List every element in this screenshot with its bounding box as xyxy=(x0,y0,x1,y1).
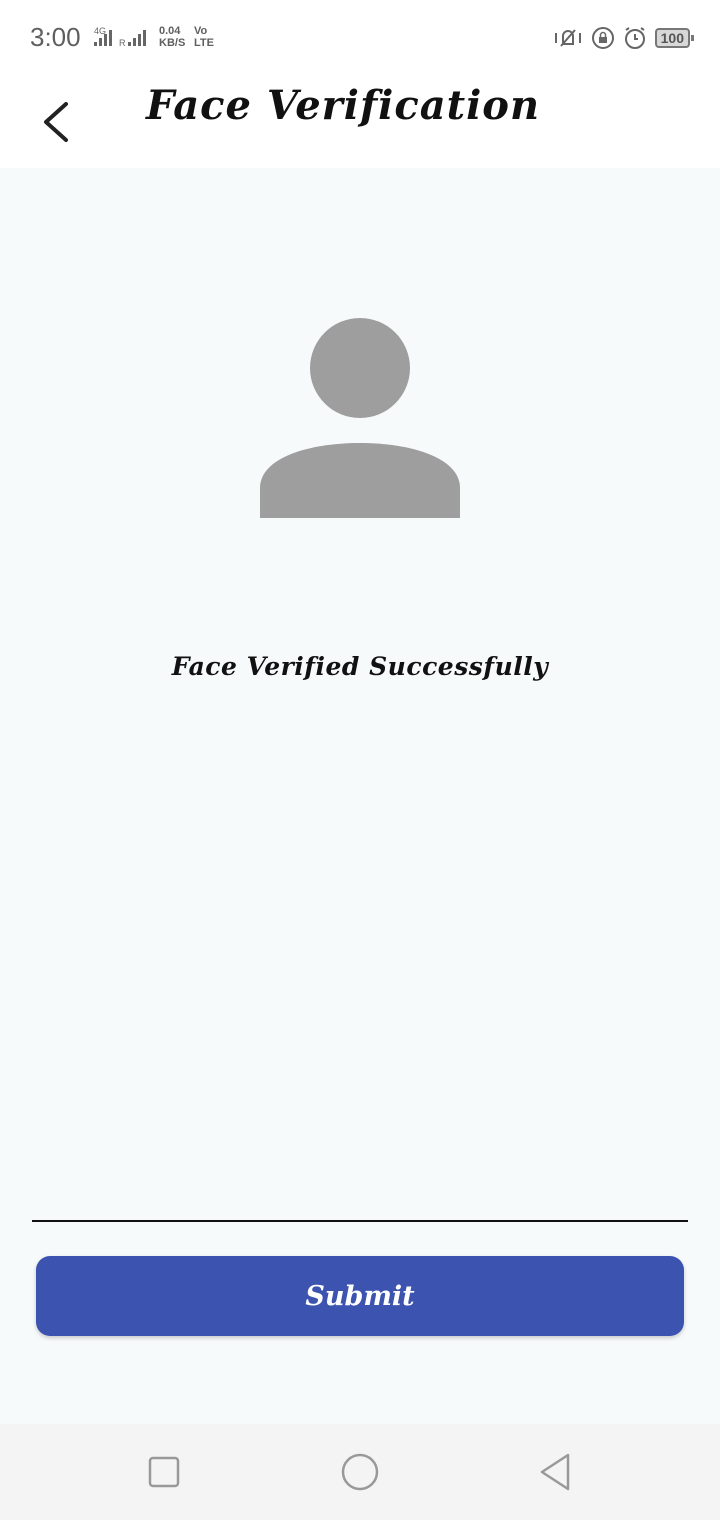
back-icon[interactable] xyxy=(536,1452,576,1492)
back-button[interactable] xyxy=(32,86,82,156)
app-bar: Face Verification xyxy=(0,76,720,168)
page-title: Face Verification xyxy=(146,82,541,129)
speed-value: 0.04 xyxy=(159,25,181,37)
submit-button[interactable]: Submit xyxy=(36,1256,684,1336)
divider xyxy=(32,1220,688,1222)
screen-lock-icon xyxy=(591,27,614,49)
volte-bottom: LTE xyxy=(194,37,214,49)
verification-status-text: Face Verified Successfully xyxy=(171,652,549,681)
system-nav-bar xyxy=(0,1424,720,1520)
battery-icon: 100 xyxy=(654,28,695,48)
home-icon[interactable] xyxy=(340,1452,380,1492)
person-placeholder-icon xyxy=(260,318,460,518)
back-arrow-icon xyxy=(44,102,68,142)
roaming-label: R xyxy=(119,38,126,48)
speed-unit: KB/S xyxy=(159,37,186,49)
system-indicators: 100 xyxy=(553,26,695,50)
volte-top: Vo xyxy=(194,25,208,37)
recents-icon[interactable] xyxy=(144,1452,184,1492)
alarm-icon xyxy=(624,27,645,49)
status-time: 3:00 xyxy=(30,22,81,52)
vibrate-icon xyxy=(554,29,581,47)
status-bar: 3:00 4G R 0.04 KB/S Vo LTE 100 xyxy=(0,0,720,76)
